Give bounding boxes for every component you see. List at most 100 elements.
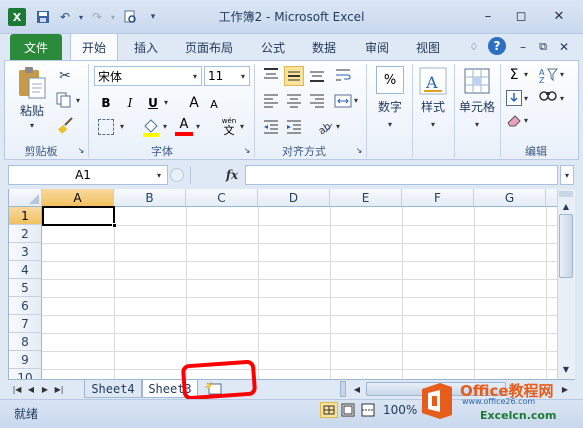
orientation-dropdown-icon[interactable]: ▾	[336, 122, 340, 131]
row-header-3[interactable]: 3	[9, 243, 42, 261]
row-header-9[interactable]: 9	[9, 351, 42, 369]
sheet-tab-sheet4[interactable]: Sheet4	[84, 380, 142, 398]
tab-file[interactable]: 文件	[10, 34, 62, 60]
underline-button[interactable]: U	[145, 94, 161, 112]
worksheet-grid[interactable]: A B C D E F G 1 2 3 4 5 6 7 8 9 10	[8, 189, 557, 379]
first-sheet-button[interactable]: |◀	[12, 381, 22, 397]
page-layout-view-button[interactable]	[340, 402, 356, 418]
column-header-f[interactable]: F	[402, 189, 474, 207]
tab-home[interactable]: 开始	[70, 33, 118, 61]
name-box-dropdown-icon[interactable]: ▾	[157, 171, 161, 180]
merge-center-icon[interactable]	[334, 92, 352, 110]
merge-dropdown-icon[interactable]: ▾	[354, 96, 358, 105]
tab-page-layout[interactable]: 页面布局	[176, 34, 242, 60]
workbook-restore-button[interactable]: ⧉	[535, 38, 551, 56]
tab-split-handle[interactable]	[340, 381, 346, 397]
column-header-c[interactable]: C	[186, 189, 258, 207]
underline-dropdown-icon[interactable]: ▾	[164, 98, 168, 107]
clipboard-launcher-icon[interactable]: ↘	[76, 145, 86, 155]
autosum-button[interactable]: Σ	[506, 66, 522, 84]
font-size-combo[interactable]: 11 ▾	[204, 66, 250, 86]
tab-view[interactable]: 视图	[407, 34, 449, 60]
row-header-5[interactable]: 5	[9, 279, 42, 297]
insert-function-button[interactable]: fx	[222, 165, 242, 185]
tab-review[interactable]: 审阅	[356, 34, 398, 60]
shrink-font-button[interactable]: A	[207, 96, 221, 112]
close-button[interactable]: ✕	[542, 4, 576, 28]
row-header-6[interactable]: 6	[9, 297, 42, 315]
fill-color-icon[interactable]	[142, 117, 160, 137]
phonetic-dropdown-icon[interactable]: ▾	[240, 122, 244, 131]
split-handle-vertical[interactable]	[559, 191, 573, 197]
format-painter-icon[interactable]	[57, 116, 75, 134]
find-select-icon[interactable]	[538, 88, 558, 106]
normal-view-button[interactable]	[320, 402, 338, 418]
formula-bar-resize-handle[interactable]	[170, 168, 184, 182]
cut-icon[interactable]: ✂	[55, 66, 75, 86]
tab-insert[interactable]: 插入	[123, 34, 169, 60]
bold-button[interactable]: B	[98, 94, 114, 112]
font-color-button[interactable]: A	[175, 116, 193, 132]
column-header-a[interactable]: A	[42, 189, 114, 207]
copy-dropdown-icon[interactable]: ▾	[76, 96, 80, 105]
tab-data[interactable]: 数据	[303, 34, 345, 60]
sort-filter-icon[interactable]: AZ	[538, 66, 559, 85]
number-dropdown-icon[interactable]: ▾	[384, 118, 396, 130]
align-top-icon[interactable]	[262, 66, 280, 84]
formula-input[interactable]	[245, 165, 558, 185]
font-size-dropdown-icon[interactable]: ▾	[241, 72, 245, 81]
row-header-4[interactable]: 4	[9, 261, 42, 279]
fill-dropdown-icon[interactable]: ▾	[524, 94, 528, 103]
zoom-level[interactable]: 100%	[383, 403, 417, 417]
row-header-8[interactable]: 8	[9, 333, 42, 351]
select-all-corner[interactable]	[9, 189, 42, 207]
help-icon[interactable]: ?	[488, 37, 506, 55]
number-button[interactable]: 数字	[372, 98, 408, 114]
workbook-close-button[interactable]: ✕	[556, 38, 572, 56]
last-sheet-button[interactable]: ▶|	[54, 381, 64, 397]
scroll-down-button[interactable]: ▼	[559, 362, 573, 376]
next-sheet-button[interactable]: ▶	[40, 381, 50, 397]
font-color-dropdown-icon[interactable]: ▾	[196, 122, 200, 131]
row-header-10[interactable]: 10	[9, 369, 42, 379]
clear-dropdown-icon[interactable]: ▾	[524, 116, 528, 125]
find-select-dropdown-icon[interactable]: ▾	[560, 94, 564, 103]
fill-icon[interactable]	[506, 90, 522, 106]
styles-dropdown-icon[interactable]: ▾	[427, 118, 439, 130]
align-middle-icon[interactable]	[284, 66, 304, 86]
borders-icon[interactable]	[98, 119, 114, 135]
increase-indent-icon[interactable]	[285, 118, 303, 136]
cells-button[interactable]: 单元格	[456, 98, 498, 114]
number-format-icon[interactable]: %	[376, 66, 404, 94]
workbook-minimize-button[interactable]: –	[515, 38, 531, 56]
font-name-combo[interactable]: 宋体 ▾	[94, 66, 202, 86]
formula-expand-button[interactable]: ▾	[560, 165, 574, 185]
align-bottom-icon[interactable]	[308, 66, 326, 84]
row-header-2[interactable]: 2	[9, 225, 42, 243]
paste-icon[interactable]	[16, 66, 48, 100]
maximize-button[interactable]: ◻	[509, 4, 533, 28]
orientation-icon[interactable]: ab	[316, 118, 334, 137]
scroll-right-button[interactable]: ▶	[560, 381, 570, 397]
cells-dropdown-icon[interactable]: ▾	[471, 118, 483, 130]
fill-handle[interactable]	[112, 223, 117, 228]
styles-button[interactable]: 样式	[415, 98, 451, 114]
scroll-left-button[interactable]: ◀	[352, 381, 362, 397]
borders-dropdown-icon[interactable]: ▾	[120, 122, 124, 131]
column-header-b[interactable]: B	[114, 189, 186, 207]
font-name-dropdown-icon[interactable]: ▾	[193, 72, 197, 81]
minimize-ribbon-icon[interactable]: ♢	[466, 38, 482, 56]
scroll-up-button[interactable]: ▲	[559, 199, 573, 213]
italic-button[interactable]: I	[122, 94, 138, 112]
column-header-d[interactable]: D	[258, 189, 330, 207]
copy-icon[interactable]	[56, 92, 76, 110]
paste-dropdown-icon[interactable]: ▾	[26, 119, 38, 131]
autosum-dropdown-icon[interactable]: ▾	[524, 70, 528, 79]
column-header-g[interactable]: G	[474, 189, 546, 207]
name-box[interactable]: A1 ▾	[8, 165, 168, 185]
fill-color-dropdown-icon[interactable]: ▾	[163, 122, 167, 131]
align-left-icon[interactable]	[262, 92, 280, 110]
font-launcher-icon[interactable]: ↘	[242, 145, 252, 155]
page-break-view-button[interactable]	[360, 402, 376, 418]
alignment-launcher-icon[interactable]: ↘	[354, 145, 364, 155]
